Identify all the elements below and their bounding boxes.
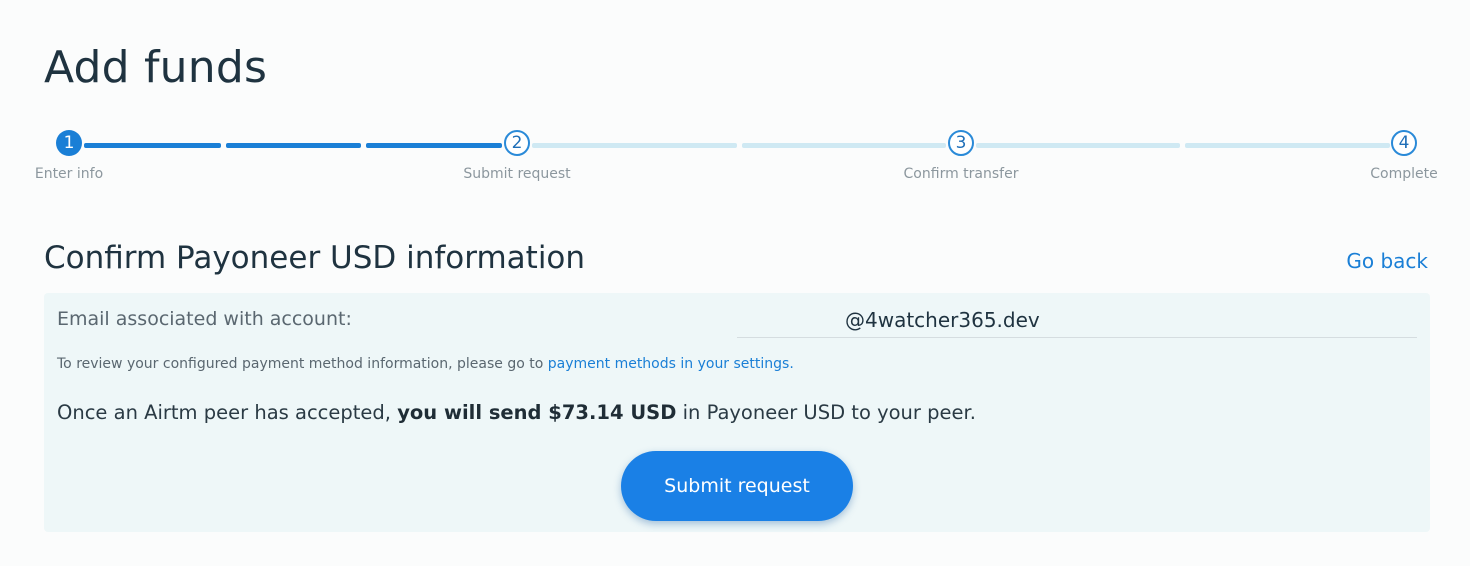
email-value: @4watcher365.dev: [845, 308, 1040, 332]
progress-track-segment: [366, 143, 502, 148]
progress-track-segment: [742, 143, 946, 148]
submit-request-button[interactable]: Submit request: [621, 451, 853, 521]
step-4-label: Complete: [1370, 166, 1438, 182]
settings-note: To review your configured payment method…: [57, 356, 794, 372]
progress-track-segment: [226, 143, 361, 148]
step-2-label: Submit request: [463, 166, 571, 182]
step-number: 4: [1398, 133, 1410, 153]
transfer-summary: Once an Airtm peer has accepted, you wil…: [57, 401, 976, 424]
progress-track-segment: [84, 143, 221, 148]
email-field: @4watcher365.dev: [737, 303, 1417, 338]
progress-track-segment: [532, 143, 737, 148]
step-number: 2: [511, 133, 523, 153]
email-label: Email associated with account:: [57, 308, 352, 330]
settings-note-text: To review your configured payment method…: [57, 356, 548, 372]
step-1-indicator: 1: [56, 130, 82, 156]
step-3-label: Confirm transfer: [903, 166, 1019, 182]
step-number: 3: [955, 133, 967, 153]
transfer-summary-prefix: Once an Airtm peer has accepted,: [57, 401, 398, 424]
progress-track-segment: [1185, 143, 1390, 148]
progress-stepper: 1 Enter info 2 Submit request 3 Confirm …: [0, 130, 1470, 190]
step-2-indicator: 2: [504, 130, 530, 156]
section-title: Confirm Payoneer USD information: [44, 240, 586, 276]
progress-track-segment: [976, 143, 1180, 148]
confirmation-card: Email associated with account: @4watcher…: [44, 293, 1430, 532]
transfer-amount: you will send $73.14 USD: [397, 401, 677, 424]
step-1-label: Enter info: [34, 166, 104, 182]
step-number: 1: [63, 133, 75, 153]
step-3-indicator: 3: [948, 130, 974, 156]
step-4-indicator: 4: [1391, 130, 1417, 156]
payment-methods-link[interactable]: payment methods in your settings.: [548, 356, 794, 372]
page-title: Add funds: [44, 42, 268, 93]
go-back-link[interactable]: Go back: [1346, 249, 1428, 273]
transfer-summary-suffix: in Payoneer USD to your peer.: [676, 401, 976, 424]
